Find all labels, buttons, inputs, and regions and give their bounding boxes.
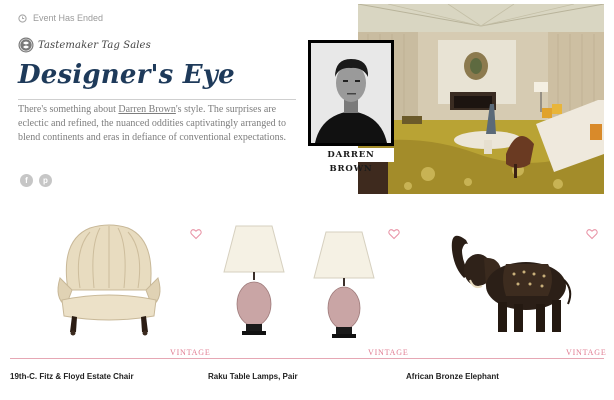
- desc-text-start: There's something about: [18, 104, 119, 115]
- event-status: Event Has Ended: [18, 13, 103, 23]
- hero-room-image: [358, 4, 604, 194]
- brand-seal-icon: [18, 37, 34, 53]
- favorite-heart-icon[interactable]: [586, 228, 598, 240]
- vintage-tag: VINTAGE: [170, 348, 211, 357]
- social-share: f p: [20, 174, 52, 187]
- divider: [18, 99, 296, 100]
- favorite-heart-icon[interactable]: [388, 228, 400, 240]
- product-image-elephant[interactable]: [406, 220, 604, 345]
- product-card[interactable]: VINTAGE African Bronze Elephant: [406, 220, 607, 385]
- product-divider: [10, 358, 208, 359]
- product-image-lamps[interactable]: [208, 220, 406, 345]
- clock-icon: [18, 13, 27, 23]
- designer-portrait: [308, 40, 394, 146]
- pinterest-icon: p: [43, 176, 48, 185]
- facebook-share-button[interactable]: f: [20, 174, 33, 187]
- brand-name: Tastemaker Tag Sales: [38, 39, 151, 51]
- product-name[interactable]: 19th-C. Fitz & Floyd Estate Chair: [10, 372, 134, 381]
- event-description: There's something about Darren Brown's s…: [18, 103, 298, 145]
- product-name[interactable]: African Bronze Elephant: [406, 372, 499, 381]
- product-card[interactable]: VINTAGE 19th-C. Fitz & Floyd Estate Chai…: [10, 220, 211, 385]
- event-status-text: Event Has Ended: [33, 13, 104, 23]
- designer-name-label: DARREN BROWN: [308, 148, 394, 174]
- product-name[interactable]: Raku Table Lamps, Pair: [208, 372, 298, 381]
- portrait-photo: [311, 43, 391, 143]
- designer-link[interactable]: Darren Brown: [118, 104, 175, 115]
- favorite-heart-icon[interactable]: [190, 228, 202, 240]
- product-divider: [406, 358, 604, 359]
- vintage-tag: VINTAGE: [566, 348, 607, 357]
- vintage-tag: VINTAGE: [368, 348, 409, 357]
- pinterest-share-button[interactable]: p: [39, 174, 52, 187]
- product-divider: [208, 358, 406, 359]
- brand-logo[interactable]: Tastemaker Tag Sales: [18, 37, 151, 53]
- event-title: Designer's Eye: [18, 60, 235, 90]
- facebook-icon: f: [25, 176, 28, 185]
- product-card[interactable]: VINTAGE Raku Table Lamps, Pair: [208, 220, 409, 385]
- product-image-chair[interactable]: [10, 220, 208, 345]
- product-grid: VINTAGE 19th-C. Fitz & Floyd Estate Chai…: [10, 220, 607, 390]
